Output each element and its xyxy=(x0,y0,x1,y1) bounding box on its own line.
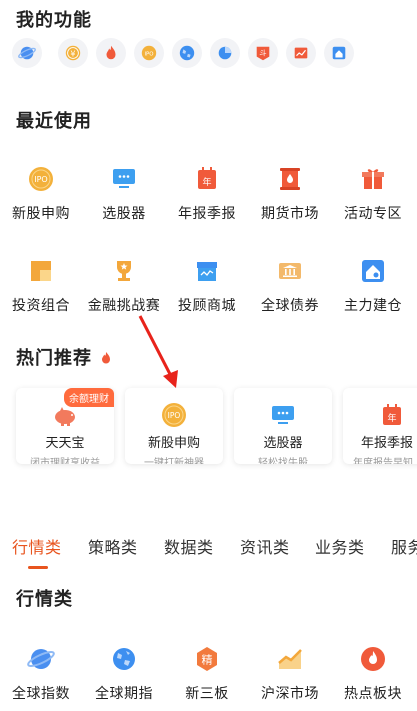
house-icon[interactable] xyxy=(324,38,354,68)
hot-title: 热门推荐 xyxy=(16,344,113,370)
market-item-label: 全球期指 xyxy=(95,686,153,702)
hot-card-title: 选股器 xyxy=(263,436,303,451)
market-item-label: 全球指数 xyxy=(12,686,70,702)
hot-card-subtitle: 一键打新神器 xyxy=(144,458,204,464)
flame-icon xyxy=(99,349,113,364)
tab-strategy[interactable]: 策略类 xyxy=(88,534,138,558)
hot-card-subtitle: 年度报告早知 xyxy=(353,458,413,464)
hot-card-ipo[interactable]: IPO 新股申购 一键打新神器 xyxy=(125,388,223,464)
trend-up-icon xyxy=(276,645,304,673)
tab-service[interactable]: 服务 xyxy=(391,534,417,558)
hot-badge: 余额理财 xyxy=(64,388,114,407)
svg-text:¥: ¥ xyxy=(70,49,75,59)
globe-icon[interactable] xyxy=(12,38,42,68)
store-icon xyxy=(193,257,221,285)
hot-card-stock-picker[interactable]: 选股器 轻松找牛股 xyxy=(234,388,332,464)
recent-item-label: 投资组合 xyxy=(12,298,70,314)
recent-item-label: 期货市场 xyxy=(261,206,319,222)
hot-card-subtitle: 闭市理财享收益 xyxy=(30,458,100,464)
hot-card-title: 天天宝 xyxy=(45,436,85,451)
dou-icon[interactable]: 斗 xyxy=(248,38,278,68)
world-icon[interactable] xyxy=(172,38,202,68)
svg-text:斗: 斗 xyxy=(259,49,266,58)
ipo-icon[interactable]: IPO xyxy=(134,38,164,68)
svg-text:精: 精 xyxy=(202,654,213,667)
pie-chart-icon[interactable] xyxy=(210,38,240,68)
hot-title-text: 热门推荐 xyxy=(16,348,92,369)
monitor-icon xyxy=(270,402,296,428)
market-item-label: 沪深市场 xyxy=(261,686,319,702)
recent-item-ipo[interactable]: IPO 新股申购 xyxy=(0,165,82,225)
tab-business[interactable]: 业务类 xyxy=(315,534,365,558)
recent-item-label: 金融挑战赛 xyxy=(87,298,161,314)
recent-item-label: 活动专区 xyxy=(344,206,402,222)
hot-card-subtitle: 轻松找牛股 xyxy=(258,458,308,464)
svg-text:年: 年 xyxy=(387,412,396,424)
globe-icon xyxy=(27,645,55,673)
market-title: 行情类 xyxy=(16,589,73,610)
recent-item-advisor-store[interactable]: 投顾商城 xyxy=(166,257,248,317)
hot-card-tiantianbao[interactable]: 余额理财 天天宝 闭市理财享收益 xyxy=(16,388,114,464)
market-item-label: 新三板 xyxy=(185,686,229,702)
recent-item-global-bonds[interactable]: 全球债券 xyxy=(249,257,331,317)
recent-item-annual-report[interactable]: 年 年报季报 xyxy=(166,165,248,225)
tab-market[interactable]: 行情类 xyxy=(12,534,62,558)
bond-icon xyxy=(276,257,304,285)
hot-card-annual-report[interactable]: 年 年报季报 年度报告早知 xyxy=(343,388,417,464)
yuan-coin-icon[interactable]: ¥ xyxy=(58,38,88,68)
category-tabs: 行情类 策略类 数据类 资讯类 业务类 服务 xyxy=(12,534,417,558)
market-item-label: 热点板块 xyxy=(344,686,402,702)
gift-icon xyxy=(359,165,387,193)
hot-card-title: 新股申购 xyxy=(147,436,200,451)
recent-item-activity[interactable]: 活动专区 xyxy=(332,165,414,225)
tab-data[interactable]: 数据类 xyxy=(164,534,214,558)
trophy-icon xyxy=(110,257,138,285)
jing-icon: 精 xyxy=(193,645,221,673)
market-item-global-futures[interactable]: 全球期指 xyxy=(83,645,165,705)
recent-item-label: 主力建仓 xyxy=(344,298,402,314)
recent-item-portfolio[interactable]: 投资组合 xyxy=(0,257,82,317)
my-functions-title: 我的功能 xyxy=(16,10,92,31)
recent-item-label: 选股器 xyxy=(102,206,146,222)
calendar-report-icon: 年 xyxy=(193,165,221,193)
market-item-hot-sectors[interactable]: 热点板块 xyxy=(332,645,414,705)
recent-item-label: 新股申购 xyxy=(12,206,70,222)
recent-title: 最近使用 xyxy=(16,111,92,132)
ipo-icon: IPO xyxy=(161,402,187,428)
market-item-hs-market[interactable]: 沪深市场 xyxy=(249,645,331,705)
svg-text:IPO: IPO xyxy=(168,411,181,420)
world-icon xyxy=(110,645,138,673)
recent-item-label: 年报季报 xyxy=(178,206,236,222)
recent-item-stock-picker[interactable]: 选股器 xyxy=(83,165,165,225)
ipo-icon: IPO xyxy=(27,165,55,193)
portfolio-icon xyxy=(27,257,55,285)
recent-item-label: 全球债券 xyxy=(261,298,319,314)
tab-news[interactable]: 资讯类 xyxy=(240,534,290,558)
hot-card-title: 年报季报 xyxy=(361,436,414,451)
drop-scroll-icon xyxy=(276,165,304,193)
svg-text:IPO: IPO xyxy=(34,175,47,184)
market-item-new-third-board[interactable]: 精 新三板 xyxy=(166,645,248,705)
flame-icon[interactable] xyxy=(96,38,126,68)
svg-text:IPO: IPO xyxy=(144,51,153,57)
my-functions-row: ¥ IPO 斗 xyxy=(12,38,412,70)
market-item-global-index[interactable]: 全球指数 xyxy=(0,645,82,705)
flame-icon xyxy=(359,645,387,673)
monitor-icon xyxy=(110,165,138,193)
chart-card-icon[interactable] xyxy=(286,38,316,68)
recent-item-main-position[interactable]: 主力建仓 xyxy=(332,257,414,317)
svg-text:年: 年 xyxy=(202,176,211,188)
calendar-report-icon: 年 xyxy=(379,402,405,428)
recent-item-label: 投顾商城 xyxy=(178,298,236,314)
house-chart-icon xyxy=(359,257,387,285)
recent-item-challenge[interactable]: 金融挑战赛 xyxy=(83,257,165,317)
active-tab-indicator xyxy=(28,566,48,569)
recent-item-futures[interactable]: 期货市场 xyxy=(249,165,331,225)
